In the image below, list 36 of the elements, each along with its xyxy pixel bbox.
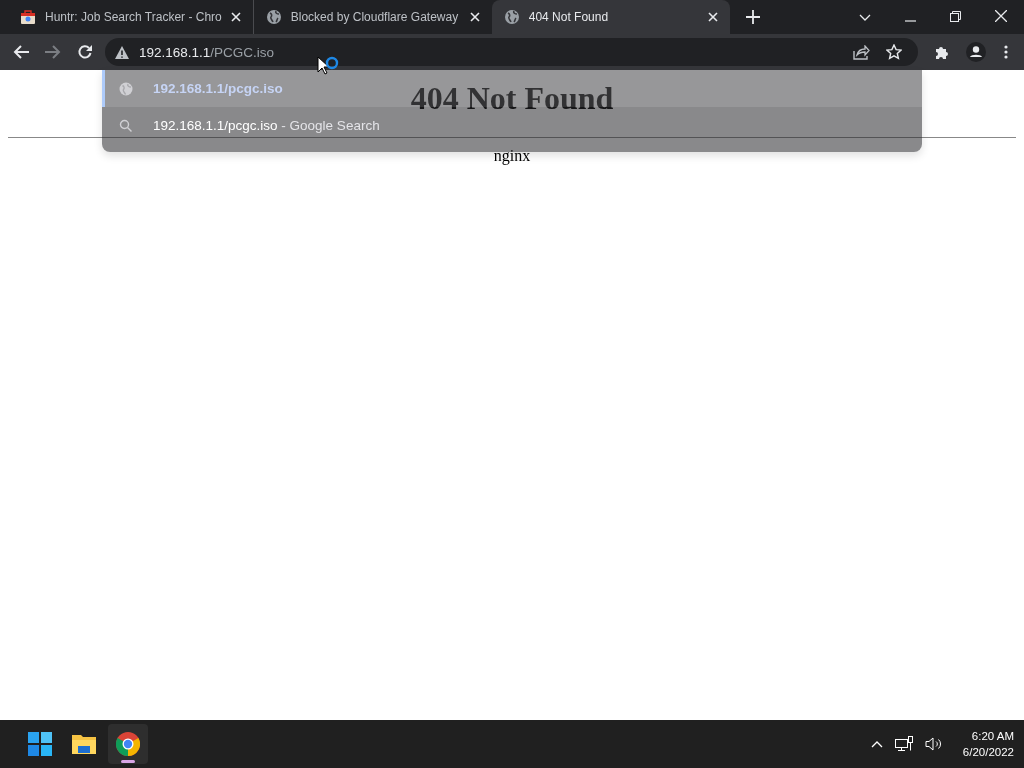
browser-icon xyxy=(116,732,140,756)
back-icon[interactable] xyxy=(13,45,29,59)
store-bag-icon xyxy=(20,9,36,25)
forward-icon[interactable] xyxy=(45,45,61,59)
star-icon[interactable] xyxy=(886,44,902,60)
reload-icon[interactable] xyxy=(77,44,93,60)
profile-icon[interactable] xyxy=(966,42,986,62)
close-icon[interactable] xyxy=(230,12,241,22)
close-icon[interactable] xyxy=(995,10,1007,22)
server-name: nginx xyxy=(492,147,532,165)
volume-icon[interactable] xyxy=(924,737,943,751)
close-icon[interactable] xyxy=(707,12,718,22)
address-text: 192.168.1.1/PCGC.iso xyxy=(139,44,275,60)
share-icon[interactable] xyxy=(853,44,870,60)
clock-time[interactable]: 6:20 AM xyxy=(971,728,1014,744)
globe-icon xyxy=(265,9,282,25)
address-bar[interactable]: 192.168.1.1/PCGC.iso xyxy=(105,38,918,66)
menu-icon[interactable] xyxy=(1004,45,1008,59)
tab-search-icon[interactable] xyxy=(859,14,871,22)
restore-icon[interactable] xyxy=(950,11,961,22)
search-icon xyxy=(119,118,133,133)
page-heading: 404 Not Found xyxy=(410,80,614,116)
browser-tab[interactable]: 404 Not Found xyxy=(491,0,730,34)
warning-icon xyxy=(115,45,129,59)
folder-icon xyxy=(72,732,96,756)
chevron-up-icon[interactable] xyxy=(870,740,883,748)
new-tab-icon[interactable] xyxy=(745,10,760,24)
browser-tab[interactable]: Blocked by Cloudflare Gateway xyxy=(253,0,492,34)
clock-date[interactable]: 6/20/2022 xyxy=(962,744,1014,760)
globe-icon xyxy=(503,9,520,25)
network-icon[interactable] xyxy=(894,736,913,752)
puzzle-icon[interactable] xyxy=(934,44,950,60)
start-icon xyxy=(28,732,52,756)
close-icon[interactable] xyxy=(469,12,480,22)
globe-icon xyxy=(119,81,133,96)
taskbar-button[interactable] xyxy=(108,724,148,764)
